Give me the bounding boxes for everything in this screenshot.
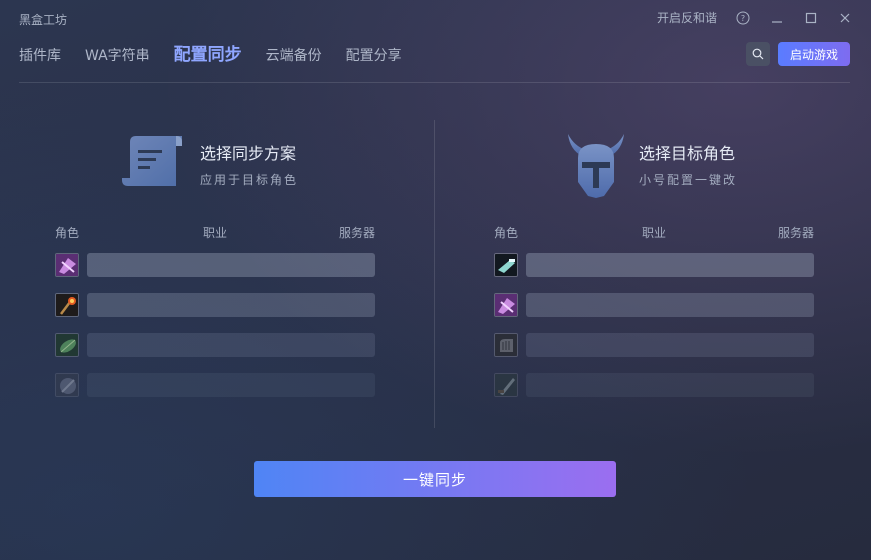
column-server: 服务器 [338, 226, 375, 240]
target-panel-header: 选择目标角色 小号配置一键改 [564, 120, 824, 200]
row-info-bar [526, 373, 814, 397]
column-role: 角色 [55, 226, 80, 240]
one-click-sync-button[interactable]: 一键同步 [254, 461, 616, 497]
row-info-bar [87, 253, 375, 277]
viking-helmet-icon [564, 132, 634, 198]
target-character-panel: 选择目标角色 小号配置一键改 角色 职业 服务器 [494, 120, 814, 420]
frost-gun-avatar [494, 253, 518, 277]
anti-harmony-link[interactable]: 开启反和谐 [657, 9, 717, 26]
column-class: 职业 [642, 226, 667, 240]
main-nav: 插件库 WA字符串 配置同步 云端备份 配置分享 [19, 40, 402, 65]
help-circle-icon[interactable]: ? [735, 10, 751, 26]
column-server: 服务器 [777, 226, 814, 240]
scroll-document-icon [120, 132, 190, 192]
title-bar: 黑盒工坊 开启反和谐 ? [0, 0, 871, 36]
row-info-bar [87, 373, 375, 397]
tab-plugins[interactable]: 插件库 [19, 45, 61, 65]
fire-staff-avatar [55, 293, 79, 317]
nav-divider [19, 82, 850, 83]
titlebar-controls: 开启反和谐 ? [657, 9, 853, 26]
close-icon[interactable] [837, 10, 853, 26]
source-character-row[interactable] [55, 333, 375, 357]
column-role: 角色 [494, 226, 519, 240]
tab-cloud-backup[interactable]: 云端备份 [266, 45, 322, 65]
target-character-list [494, 253, 814, 413]
shadow-grey-avatar [55, 373, 79, 397]
target-character-row[interactable] [494, 253, 814, 277]
steel-blade-avatar [494, 373, 518, 397]
row-info-bar [526, 253, 814, 277]
arcane-purple-avatar [55, 253, 79, 277]
source-character-row[interactable] [55, 293, 375, 317]
target-character-row[interactable] [494, 293, 814, 317]
source-character-list [55, 253, 375, 413]
tab-wa-strings[interactable]: WA字符串 [85, 45, 150, 65]
source-panel-title: 选择同步方案 [200, 144, 297, 163]
launch-game-button[interactable]: 启动游戏 [778, 42, 850, 66]
target-panel-title: 选择目标角色 [639, 144, 736, 163]
source-character-row[interactable] [55, 253, 375, 277]
row-info-bar [87, 333, 375, 357]
source-scheme-panel: 选择同步方案 应用于目标角色 角色 职业 服务器 [55, 120, 375, 420]
source-panel-header: 选择同步方案 应用于目标角色 [120, 120, 380, 200]
nature-green-avatar [55, 333, 79, 357]
arcane-purple-avatar [494, 293, 518, 317]
target-panel-subtitle: 小号配置一键改 [639, 173, 738, 187]
svg-text:?: ? [741, 14, 745, 23]
target-character-row[interactable] [494, 333, 814, 357]
tab-config-share[interactable]: 配置分享 [346, 45, 402, 65]
search-button[interactable] [746, 42, 770, 66]
maximize-icon[interactable] [803, 10, 819, 26]
row-info-bar [87, 293, 375, 317]
target-character-row[interactable] [494, 373, 814, 397]
app-title: 黑盒工坊 [19, 13, 68, 27]
minimize-icon[interactable] [769, 10, 785, 26]
stone-fist-avatar [494, 333, 518, 357]
source-column-headers: 角色 职业 服务器 [55, 224, 375, 240]
panel-divider [434, 120, 435, 428]
source-character-row[interactable] [55, 373, 375, 397]
source-panel-subtitle: 应用于目标角色 [200, 173, 299, 187]
row-info-bar [526, 333, 814, 357]
tab-config-sync[interactable]: 配置同步 [174, 40, 242, 65]
column-class: 职业 [203, 226, 228, 240]
target-column-headers: 角色 职业 服务器 [494, 224, 814, 240]
search-icon [752, 45, 764, 64]
row-info-bar [526, 293, 814, 317]
